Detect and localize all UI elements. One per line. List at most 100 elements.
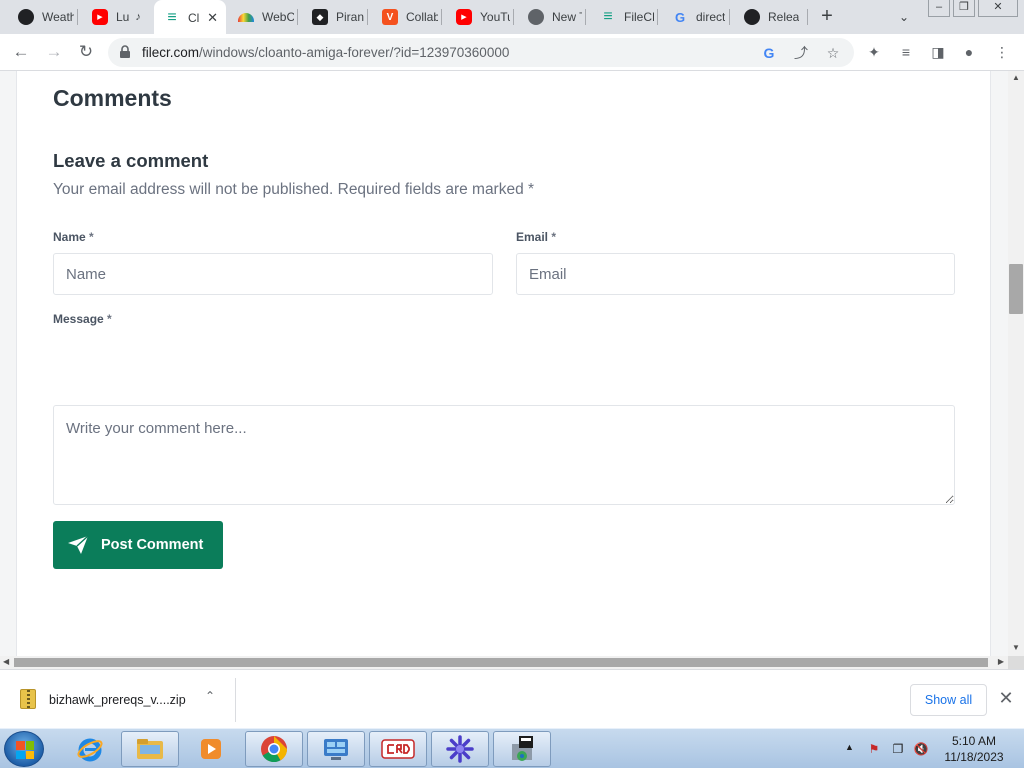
tab-label: YouTu — [480, 10, 510, 24]
address-bar[interactable]: filecr.com/windows/cloanto-amiga-forever… — [108, 38, 854, 67]
new-tab-button[interactable]: + — [814, 4, 840, 30]
url-text: filecr.com/windows/cloanto-amiga-forever… — [142, 45, 509, 60]
tab-label: Cl — [188, 11, 200, 25]
google-lens-icon[interactable]: G — [760, 44, 778, 62]
google-icon: G — [674, 9, 686, 25]
tab-label: FileCR — [624, 10, 654, 24]
profile-avatar-icon[interactable]: ● — [959, 42, 979, 62]
reload-icon[interactable]: ↻ — [74, 40, 98, 64]
vertical-scroll-thumb[interactable] — [1009, 264, 1023, 314]
tab-separator — [729, 9, 730, 25]
browser-tab[interactable]: New T — [518, 4, 582, 30]
browser-tab[interactable]: ◆ Pirani — [302, 4, 364, 30]
tab-separator — [441, 9, 442, 25]
bookmark-star-icon[interactable]: ☆ — [824, 44, 842, 62]
browser-tab[interactable]: V Collab — [372, 4, 438, 30]
installer-icon — [512, 736, 533, 761]
browser-tab[interactable]: Relea — [734, 4, 804, 30]
email-input[interactable] — [516, 253, 955, 295]
folder-icon — [137, 739, 163, 759]
scroll-up-arrow-icon[interactable]: ▲ — [1012, 73, 1020, 82]
weather-icon — [18, 9, 34, 25]
email-notice: Your email address will not be published… — [53, 181, 535, 198]
chevron-up-icon[interactable]: ⌃ — [205, 689, 215, 703]
taskbar-control-panel[interactable] — [307, 731, 365, 767]
youtube-icon: ▶ — [456, 9, 472, 25]
comments-heading: Comments — [53, 85, 172, 111]
chrome-icon — [261, 736, 288, 763]
browser-tab[interactable]: Weath — [8, 4, 74, 30]
clock-time: 5:10 AM — [951, 734, 997, 748]
browser-tab[interactable]: ≡ FileCR — [590, 4, 654, 30]
tab-label: Collab — [406, 10, 438, 24]
extensions-puzzle-icon[interactable]: ✦ — [864, 42, 884, 62]
required-mark: * — [107, 312, 112, 326]
forward-arrow-icon[interactable]: → — [42, 40, 66, 64]
filecr-icon: ≡ — [167, 9, 177, 26]
browser-tab[interactable]: ▶ Lu ♪ — [82, 4, 148, 30]
more-menu-icon[interactable]: ⋮ — [992, 42, 1012, 62]
tab-label: Pirani — [336, 10, 364, 24]
close-download-bar-icon[interactable]: ✕ — [996, 687, 1016, 709]
taskbar-snowflake-app[interactable] — [431, 731, 489, 767]
vertical-scrollbar[interactable]: ▲ ▼ — [1008, 71, 1024, 656]
side-panel-icon[interactable]: ◨ — [928, 42, 948, 62]
browser-tab[interactable]: ▶ YouTu — [446, 4, 510, 30]
browser-tab[interactable]: WebC — [228, 4, 294, 30]
volume-muted-icon[interactable]: 🔇 — [913, 741, 929, 757]
restore-icon[interactable]: ❐ — [953, 0, 975, 17]
close-window-icon[interactable]: ✕ — [978, 0, 1018, 17]
page-viewport: Comments Leave a comment Your email addr… — [0, 71, 1008, 656]
download-file-name: bizhawk_prereqs_v....zip — [49, 693, 186, 707]
taskbar-chrome[interactable] — [245, 731, 303, 767]
media-control-icon[interactable]: ≡ — [896, 42, 916, 62]
leave-comment-heading: Leave a comment — [53, 150, 209, 171]
network-icon[interactable]: ❐ — [890, 741, 906, 757]
horizontal-scroll-thumb[interactable] — [14, 658, 988, 667]
browser-tab[interactable]: ≡ Cl ✕ — [154, 0, 226, 34]
browser-tab[interactable]: Gdirect — [662, 4, 726, 30]
back-arrow-icon[interactable]: ← — [9, 40, 33, 64]
url-path: /windows/cloanto-amiga-forever/?id=12397… — [199, 45, 510, 60]
taskbar-file-explorer[interactable] — [121, 731, 179, 767]
horizontal-scrollbar[interactable]: ◀ ▶ — [0, 656, 1008, 669]
scroll-right-arrow-icon[interactable]: ▶ — [998, 657, 1004, 666]
email-label: Email * — [516, 230, 556, 244]
clock-date: 11/18/2023 — [944, 750, 1004, 764]
control-panel-icon — [324, 739, 348, 760]
tab-search-chevron-icon[interactable]: ⌄ — [894, 6, 914, 28]
share-icon[interactable]: ⤴ — [792, 44, 810, 62]
required-mark: * — [551, 230, 557, 244]
taskbar-media-player[interactable] — [183, 731, 239, 767]
close-tab-icon[interactable]: ✕ — [207, 10, 218, 26]
tab-label: direct — [696, 10, 726, 24]
browser-toolbar: ← → ↻ filecr.com/windows/cloanto-amiga-f… — [0, 34, 1024, 71]
send-icon — [68, 535, 89, 554]
email-label-text: Email — [516, 230, 549, 244]
system-clock[interactable]: 5:10 AM 11/18/2023 — [934, 733, 1014, 765]
name-input[interactable] — [53, 253, 493, 295]
taskbar-internet-explorer[interactable] — [62, 731, 118, 767]
windows-taskbar: ▲ ⚑ ❐ 🔇 5:10 AM 11/18/2023 — [0, 728, 1024, 768]
taskbar-crd[interactable] — [369, 731, 427, 767]
download-bar: bizhawk_prereqs_v....zip ⌃ Show all ✕ — [0, 669, 1024, 728]
message-label-text: Message — [53, 312, 104, 326]
message-textarea[interactable] — [53, 405, 955, 505]
download-item[interactable]: bizhawk_prereqs_v....zip ⌃ — [12, 678, 236, 722]
tab-label: Weath — [42, 10, 74, 24]
show-hidden-icons-arrow[interactable]: ▲ — [845, 742, 854, 752]
message-label: Message * — [53, 312, 112, 326]
piranha-icon: ◆ — [312, 9, 328, 25]
start-button[interactable] — [4, 731, 44, 767]
speaker-icon[interactable]: ♪ — [135, 11, 141, 23]
minimize-icon[interactable]: ‒ — [928, 0, 950, 17]
scroll-left-arrow-icon[interactable]: ◀ — [3, 657, 9, 666]
taskbar-installer[interactable] — [493, 731, 551, 767]
tab-label: Relea — [768, 10, 800, 24]
show-all-button[interactable]: Show all — [910, 684, 987, 716]
post-comment-button[interactable]: Post Comment — [53, 521, 223, 569]
scroll-down-arrow-icon[interactable]: ▼ — [1012, 643, 1020, 652]
tab-separator — [807, 9, 808, 25]
lock-icon[interactable] — [118, 45, 132, 59]
tray-alert-icon[interactable]: ⚑ — [866, 741, 882, 757]
